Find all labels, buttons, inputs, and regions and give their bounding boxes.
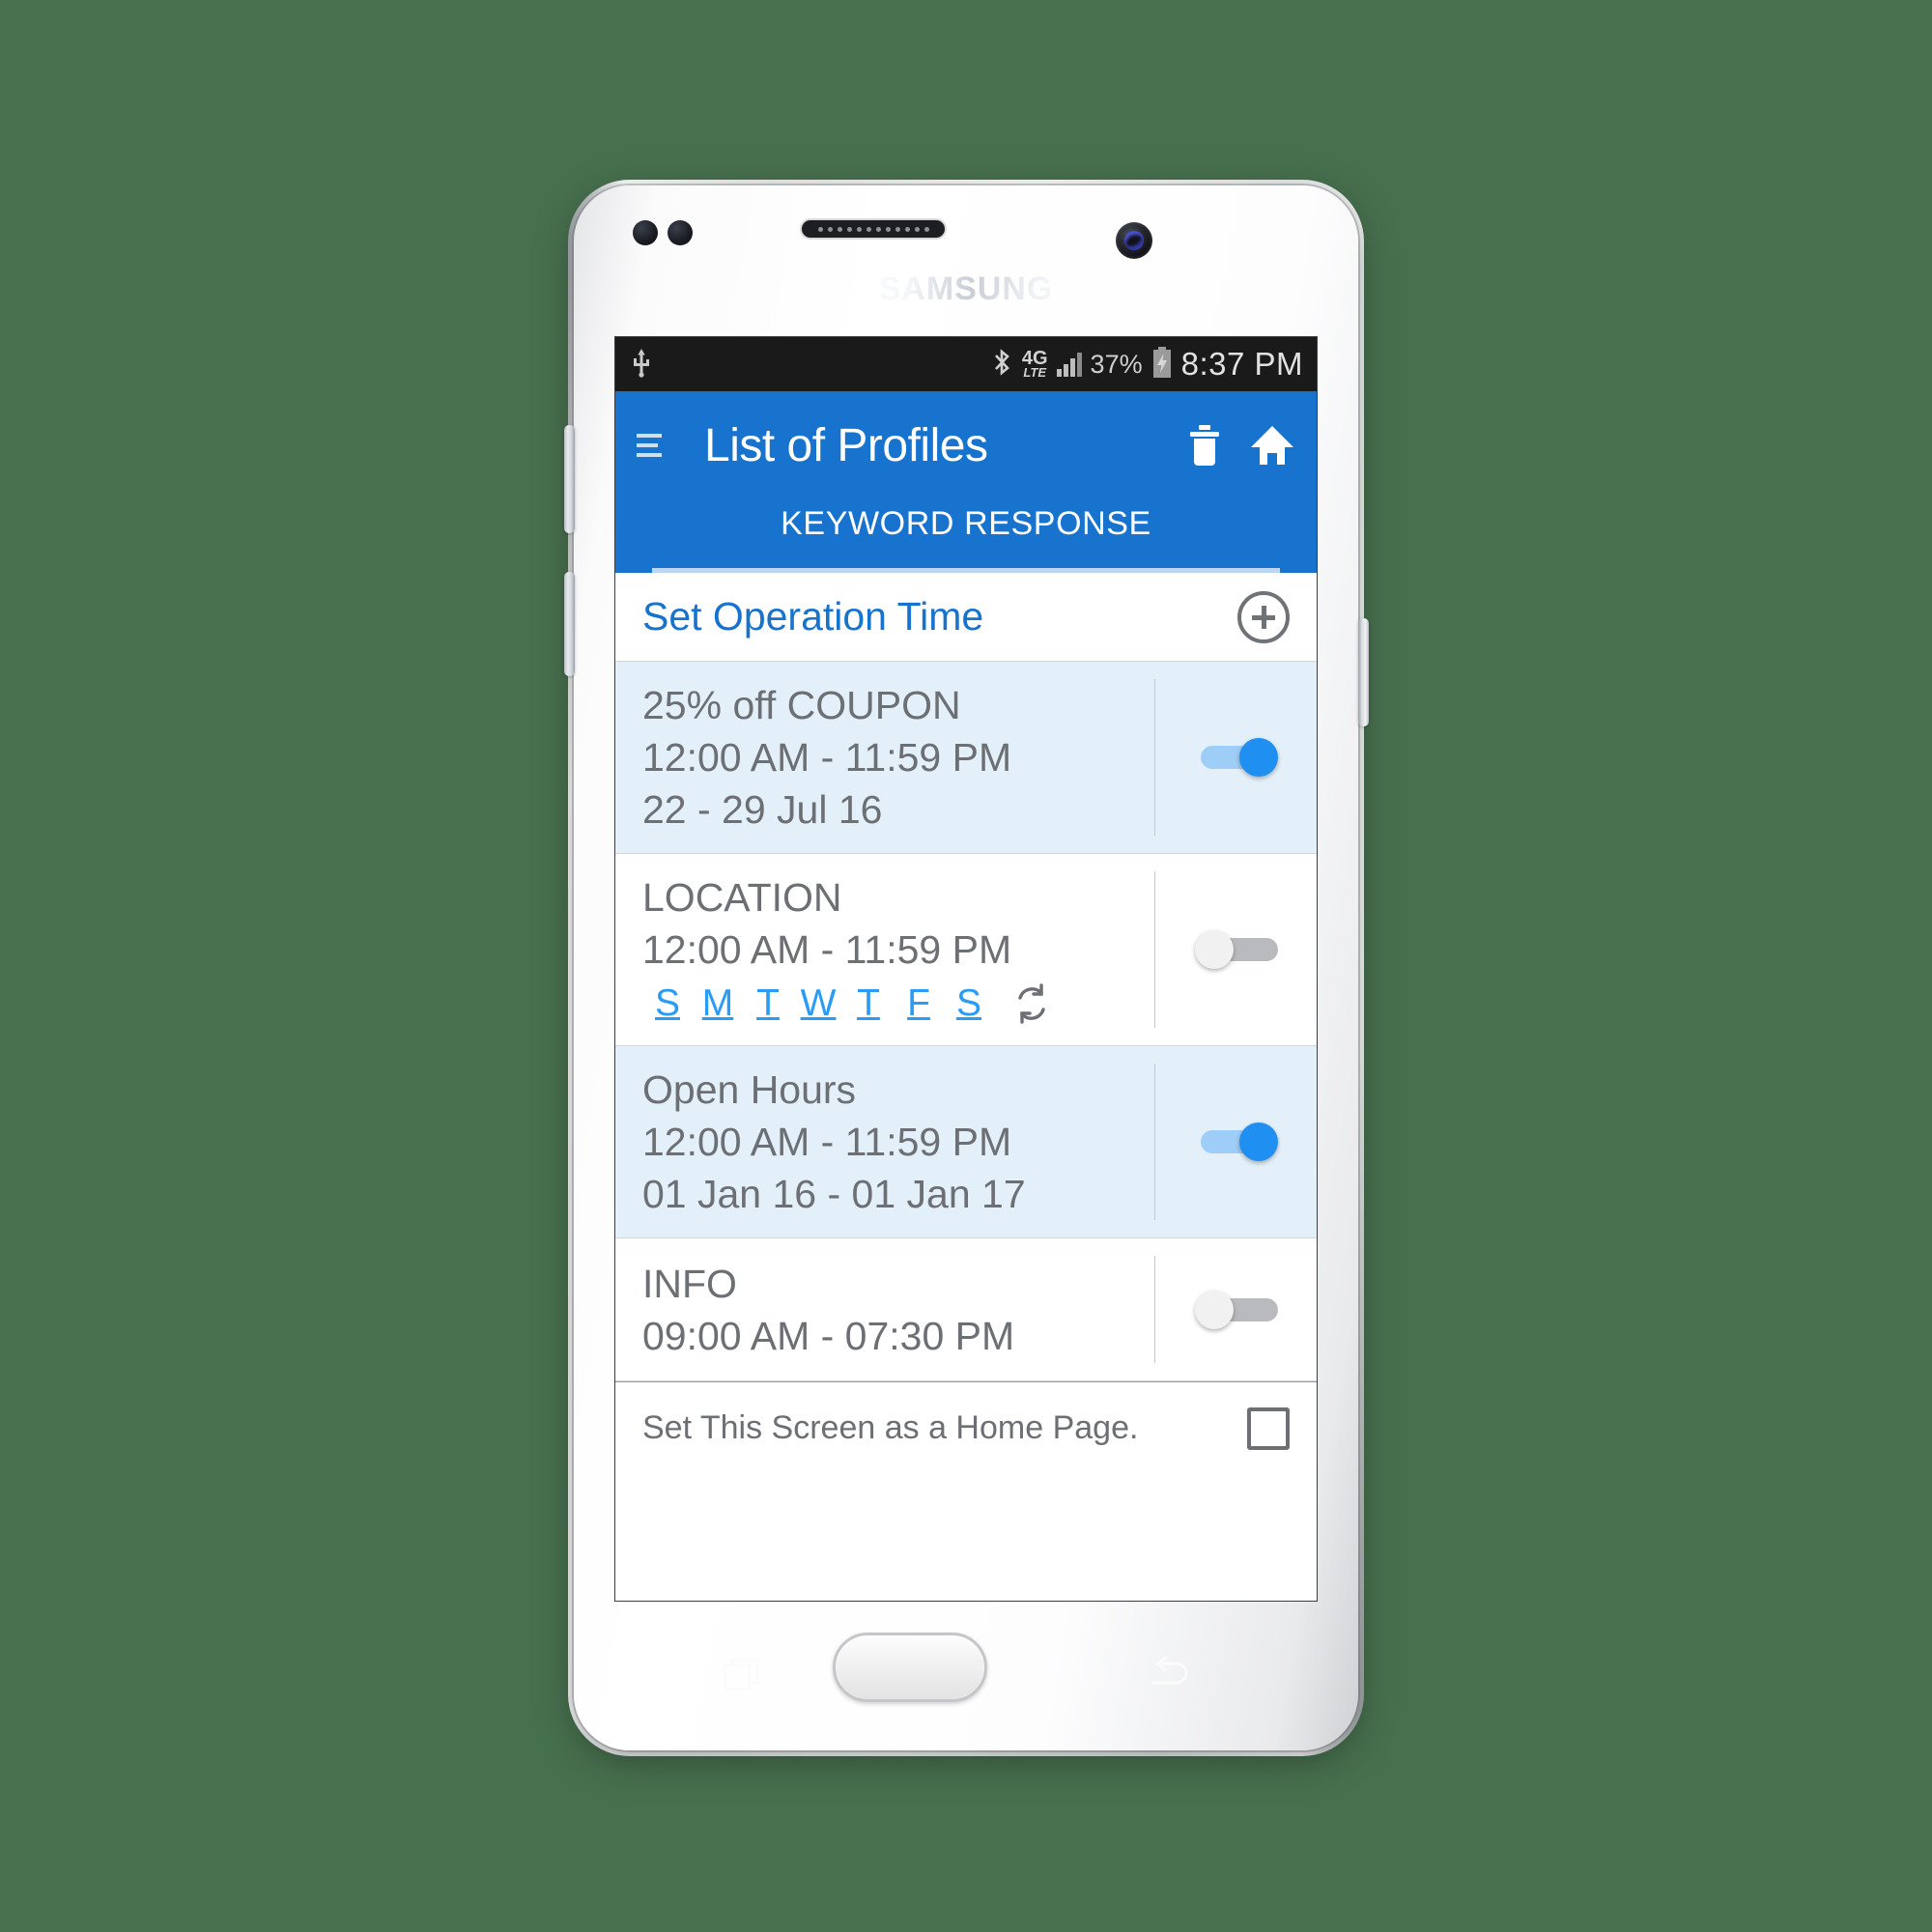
status-bar-right: 4G LTE 37% 8:37 PM <box>990 346 1303 384</box>
profile-info: Open Hours 12:00 AM - 11:59 PM 01 Jan 16… <box>615 1046 1154 1237</box>
table-row[interactable]: 25% off COUPON 12:00 AM - 11:59 PM 22 - … <box>615 662 1317 855</box>
set-home-page-checkbox[interactable] <box>1247 1406 1290 1450</box>
recents-button[interactable] <box>723 1654 765 1694</box>
samsung-brand-logo: SAMSUNG <box>850 270 1082 308</box>
set-home-page-row[interactable]: Set This Screen as a Home Page. <box>615 1381 1317 1475</box>
plus-circle-icon[interactable] <box>1237 590 1290 643</box>
profile-toggle-cell <box>1154 679 1317 837</box>
status-bar-clock: 8:37 PM <box>1180 346 1303 382</box>
profile-date: 22 - 29 Jul 16 <box>642 787 883 833</box>
set-operation-time-label: Set Operation Time <box>642 594 984 639</box>
day-toggle-thu[interactable]: T <box>843 982 894 1025</box>
profile-time: 09:00 AM - 07:30 PM <box>642 1313 1015 1358</box>
profile-title: 25% off COUPON <box>642 683 961 727</box>
hardware-home-button[interactable] <box>833 1633 987 1702</box>
battery-percent-label: 37% <box>1090 349 1143 379</box>
day-toggle-wed[interactable]: W <box>793 982 843 1025</box>
profile-title: Open Hours <box>642 1067 857 1113</box>
tab-keyword-response[interactable]: KEYWORD RESPONSE <box>615 499 1317 543</box>
earpiece-speaker-grille <box>800 218 947 240</box>
profile-toggle-switch[interactable] <box>1194 1290 1278 1329</box>
day-toggle-mon[interactable]: M <box>693 982 743 1025</box>
set-operation-time-row[interactable]: Set Operation Time <box>615 573 1317 662</box>
phone-screen: 4G LTE 37% 8:37 PM List of Profiles KEYW… <box>614 336 1318 1602</box>
profile-list: 25% off COUPON 12:00 AM - 11:59 PM 22 - … <box>615 662 1317 1382</box>
set-home-page-label: Set This Screen as a Home Page. <box>642 1409 1139 1447</box>
front-camera-icon <box>1116 222 1152 259</box>
page-title: List of Profiles <box>704 419 988 471</box>
volume-up-button[interactable] <box>564 425 575 533</box>
day-toggle-sun[interactable]: S <box>642 982 693 1025</box>
profile-toggle-cell <box>1154 871 1317 1029</box>
profile-time: 12:00 AM - 11:59 PM <box>642 927 1012 973</box>
status-bar: 4G LTE 37% 8:37 PM <box>615 337 1317 391</box>
volume-down-button[interactable] <box>564 572 575 676</box>
signal-bars-icon <box>1056 352 1082 377</box>
profile-day-selector: S M T W T F S <box>642 981 1154 1026</box>
profile-toggle-switch[interactable] <box>1195 738 1278 778</box>
table-row[interactable]: Open Hours 12:00 AM - 11:59 PM 01 Jan 16… <box>615 1046 1317 1239</box>
trash-icon[interactable] <box>1181 422 1228 469</box>
app-bar: List of Profiles <box>615 391 1317 499</box>
profile-time: 12:00 AM - 11:59 PM <box>642 735 1012 781</box>
day-toggle-sat[interactable]: S <box>944 982 994 1025</box>
profile-info: LOCATION 12:00 AM - 11:59 PM S M T W T F… <box>615 854 1154 1045</box>
proximity-sensor-icon <box>633 220 658 245</box>
profile-time: 12:00 AM - 11:59 PM <box>642 1120 1012 1165</box>
profile-date: 01 Jan 16 - 01 Jan 17 <box>642 1172 1026 1217</box>
profile-info: 25% off COUPON 12:00 AM - 11:59 PM 22 - … <box>615 662 1154 853</box>
light-sensor-icon <box>668 220 693 245</box>
day-toggle-tue[interactable]: T <box>743 982 793 1025</box>
power-button[interactable] <box>1358 618 1369 726</box>
profile-toggle-switch[interactable] <box>1194 930 1278 970</box>
day-toggle-fri[interactable]: F <box>894 982 944 1025</box>
profile-info: INFO 09:00 AM - 07:30 PM <box>615 1238 1154 1380</box>
profile-toggle-switch[interactable] <box>1195 1122 1278 1162</box>
tab-active-indicator <box>652 568 1280 573</box>
repeat-icon[interactable] <box>1009 981 1054 1026</box>
status-bar-left <box>629 347 990 383</box>
bluetooth-icon <box>990 347 1013 383</box>
home-icon[interactable] <box>1249 422 1295 469</box>
table-row[interactable]: INFO 09:00 AM - 07:30 PM <box>615 1238 1317 1382</box>
profile-title: INFO <box>642 1261 737 1306</box>
battery-charging-icon <box>1151 346 1173 384</box>
profile-title: LOCATION <box>642 875 842 921</box>
profile-toggle-cell <box>1154 1064 1317 1221</box>
hamburger-menu-icon[interactable] <box>637 434 666 457</box>
back-button[interactable] <box>1148 1654 1194 1694</box>
network-type-icon: 4G LTE <box>1021 347 1048 380</box>
tab-bar: KEYWORD RESPONSE <box>615 499 1317 573</box>
table-row[interactable]: LOCATION 12:00 AM - 11:59 PM S M T W T F… <box>615 854 1317 1047</box>
profile-toggle-cell <box>1154 1256 1317 1364</box>
usb-icon <box>629 347 654 383</box>
